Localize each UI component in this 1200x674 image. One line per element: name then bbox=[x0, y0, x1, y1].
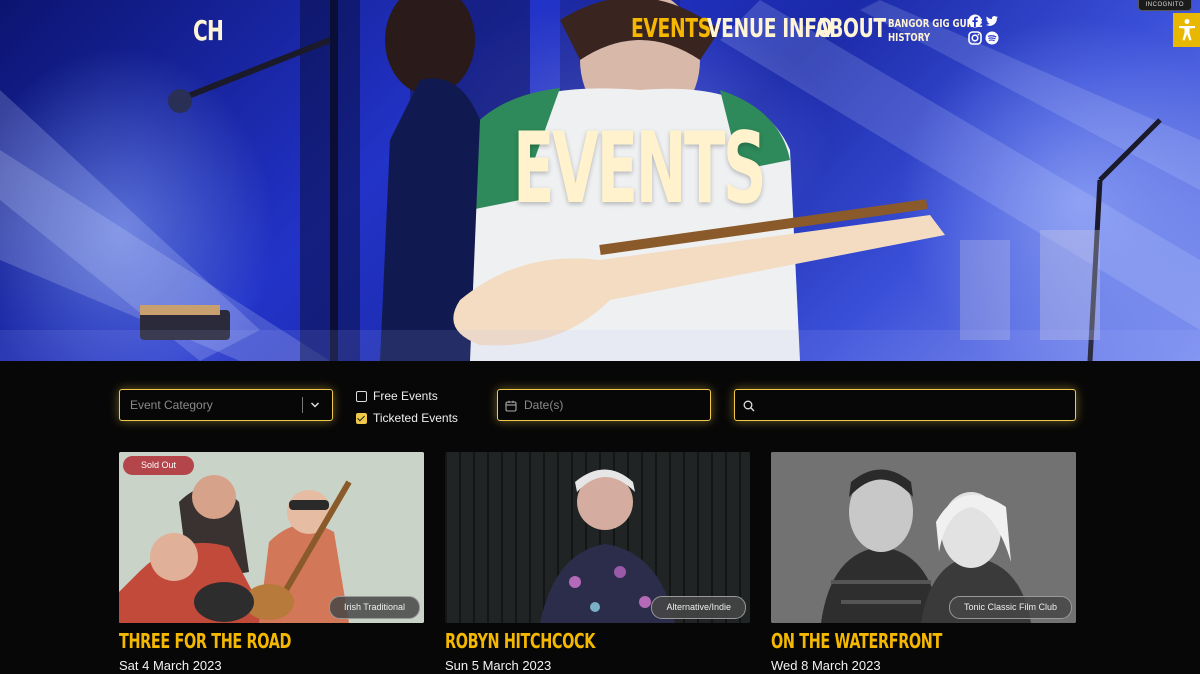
category-tag[interactable]: Alternative/Indie bbox=[651, 596, 746, 619]
event-date: Sat 4 March 2023 bbox=[119, 658, 222, 673]
free-events-checkbox[interactable]: Free Events bbox=[356, 389, 438, 403]
calendar-icon bbox=[505, 400, 517, 412]
event-image[interactable]: Tonic Classic Film Club bbox=[771, 452, 1076, 623]
accessibility-icon bbox=[1178, 19, 1195, 41]
ticketed-events-checkbox[interactable]: Ticketed Events bbox=[356, 411, 458, 425]
event-card[interactable]: Tonic Classic Film Club ON THE WATERFRON… bbox=[771, 452, 1076, 673]
chevron-down-icon[interactable] bbox=[310, 401, 320, 409]
spotify-icon[interactable] bbox=[985, 31, 999, 45]
category-tag[interactable]: Irish Traditional bbox=[328, 596, 420, 619]
event-card[interactable]: Sold Out Irish Traditional THREE FOR THE… bbox=[119, 452, 424, 673]
ticketed-events-box[interactable] bbox=[356, 412, 367, 424]
event-date: Wed 8 March 2023 bbox=[771, 658, 881, 673]
instagram-icon[interactable] bbox=[968, 31, 982, 45]
site-logo[interactable]: CH bbox=[193, 14, 224, 47]
ticketed-events-label: Ticketed Events bbox=[373, 411, 458, 425]
nav-history[interactable]: HISTORY bbox=[888, 31, 930, 44]
search-icon bbox=[743, 400, 755, 412]
page-title: EVENTS bbox=[513, 112, 767, 226]
free-events-label: Free Events bbox=[373, 389, 438, 403]
category-tag[interactable]: Tonic Classic Film Club bbox=[948, 596, 1072, 619]
select-divider bbox=[302, 397, 303, 413]
accessibility-button[interactable] bbox=[1173, 13, 1200, 47]
nav-venue-info[interactable]: VENUE INFO bbox=[707, 14, 833, 44]
search-input[interactable] bbox=[734, 389, 1076, 421]
event-title[interactable]: ON THE WATERFRONT bbox=[771, 629, 991, 653]
nav-events[interactable]: EVENTS bbox=[631, 14, 711, 44]
incognito-badge: INCOGNITO bbox=[1137, 0, 1192, 11]
event-image[interactable]: Alternative/Indie bbox=[445, 452, 750, 623]
event-card[interactable]: Alternative/Indie ROBYN HITCHCOCK Sun 5 … bbox=[445, 452, 750, 673]
date-placeholder: Date(s) bbox=[524, 398, 564, 412]
facebook-icon[interactable] bbox=[968, 14, 982, 28]
event-category-placeholder: Event Category bbox=[130, 398, 213, 412]
nav-about[interactable]: ABOUT bbox=[815, 14, 886, 44]
sold-out-badge: Sold Out bbox=[123, 456, 195, 475]
event-title[interactable]: THREE FOR THE ROAD bbox=[119, 629, 339, 653]
event-title[interactable]: ROBYN HITCHCOCK bbox=[445, 629, 665, 653]
twitter-icon[interactable] bbox=[985, 14, 999, 28]
event-date: Sun 5 March 2023 bbox=[445, 658, 552, 673]
free-events-box[interactable] bbox=[356, 390, 367, 402]
date-picker-field[interactable]: Date(s) bbox=[497, 389, 711, 421]
hero-banner: CH EVENTS VENUE INFO ABOUT BANGOR GIG GU… bbox=[0, 0, 1200, 361]
event-category-select[interactable]: Event Category bbox=[119, 389, 333, 421]
event-filters: Event Category Free Events Ticketed Even… bbox=[0, 361, 1200, 441]
event-image[interactable]: Sold Out Irish Traditional bbox=[119, 452, 424, 623]
